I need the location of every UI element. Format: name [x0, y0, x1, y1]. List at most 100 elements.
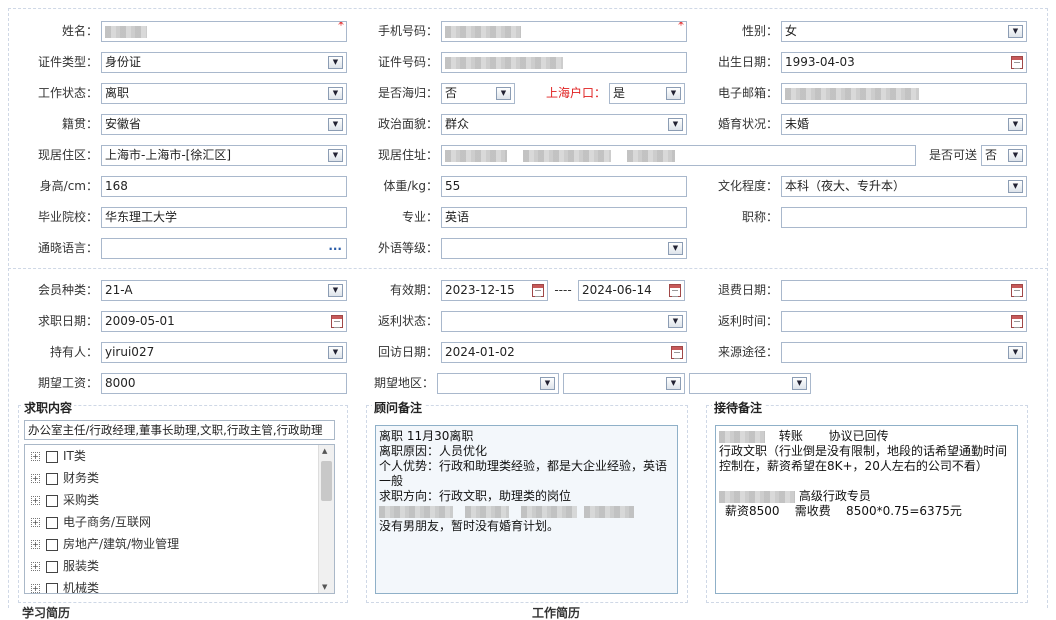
- chevron-down-icon[interactable]: ▼: [540, 377, 555, 390]
- address-field[interactable]: [441, 145, 916, 166]
- major-field[interactable]: 英语: [441, 207, 687, 228]
- checkbox[interactable]: [46, 582, 58, 593]
- rebate-state-select[interactable]: ▼: [441, 311, 687, 332]
- chevron-down-icon[interactable]: ▼: [668, 118, 683, 131]
- tree-item[interactable]: + 财务类: [25, 467, 334, 489]
- calendar-icon[interactable]: [669, 284, 681, 297]
- job-category-tree[interactable]: + IT类 + 财务类 + 采购类 + 电子商务/互联网 + 房地产/建筑/物业管理 + 服装类 + 机械…: [24, 444, 335, 594]
- idtype-label: 证件类型：: [37, 55, 98, 69]
- expand-icon[interactable]: +: [31, 540, 40, 549]
- scroll-up-icon[interactable]: ▲: [322, 447, 327, 455]
- marital-select[interactable]: 未婚 ▼: [781, 114, 1027, 135]
- name-field[interactable]: *: [101, 21, 347, 42]
- holder-select[interactable]: yirui027 ▼: [101, 342, 347, 363]
- chevron-down-icon[interactable]: ▼: [328, 346, 343, 359]
- rebate-time-field[interactable]: [781, 311, 1027, 332]
- chevron-down-icon[interactable]: ▼: [328, 118, 343, 131]
- reachable-select[interactable]: 否 ▼: [981, 145, 1027, 166]
- height-field[interactable]: 168: [101, 176, 347, 197]
- checkbox[interactable]: [46, 494, 58, 507]
- region-city-select[interactable]: ▼: [563, 373, 685, 394]
- checkbox[interactable]: [46, 450, 58, 463]
- foreign-select[interactable]: ▼: [441, 238, 687, 259]
- email-field[interactable]: [781, 83, 1027, 104]
- salary-field[interactable]: 8000: [101, 373, 347, 394]
- tree-item[interactable]: + 机械类: [25, 577, 334, 593]
- chevron-down-icon[interactable]: ▼: [496, 87, 511, 100]
- chevron-down-icon[interactable]: ▼: [328, 87, 343, 100]
- work-select[interactable]: 离职 ▼: [101, 83, 347, 104]
- chevron-down-icon[interactable]: ▼: [328, 149, 343, 162]
- calendar-icon[interactable]: [1011, 284, 1023, 297]
- political-select[interactable]: 群众 ▼: [441, 114, 687, 135]
- checkbox[interactable]: [46, 516, 58, 529]
- title-field[interactable]: [781, 207, 1027, 228]
- tree-item[interactable]: + 房地产/建筑/物业管理: [25, 533, 334, 555]
- visit-date-field[interactable]: 2024-01-02: [441, 342, 687, 363]
- region-province-select[interactable]: ▼: [437, 373, 559, 394]
- expand-icon[interactable]: +: [31, 562, 40, 571]
- agreement-text: 协议已回传: [828, 429, 889, 443]
- chevron-down-icon[interactable]: ▼: [1008, 180, 1023, 193]
- checkbox[interactable]: [46, 560, 58, 573]
- reception-notes-textarea[interactable]: 转账 协议已回传 行政文职（行业倒是没有限制，地段的话希望通勤时间 控制在，薪资…: [715, 425, 1018, 594]
- chevron-down-icon[interactable]: ▼: [666, 87, 681, 100]
- area-select[interactable]: 上海市-上海市-[徐汇区] ▼: [101, 145, 347, 166]
- source-label: 来源途径：: [717, 345, 778, 359]
- school-field[interactable]: 华东理工大学: [101, 207, 347, 228]
- valid-from-field[interactable]: 2023-12-15: [441, 280, 548, 301]
- refund-date-field[interactable]: [781, 280, 1027, 301]
- tree-item[interactable]: + 采购类: [25, 489, 334, 511]
- chevron-down-icon[interactable]: ▼: [668, 315, 683, 328]
- edu-label: 文化程度：: [717, 179, 778, 193]
- gender-select[interactable]: 女 ▼: [781, 21, 1027, 42]
- source-select[interactable]: ▼: [781, 342, 1027, 363]
- expand-icon[interactable]: +: [31, 584, 40, 593]
- tree-item[interactable]: + IT类: [25, 445, 334, 467]
- calendar-icon[interactable]: [331, 315, 343, 328]
- member-type-select[interactable]: 21-A ▼: [101, 280, 347, 301]
- hukou-select[interactable]: 是 ▼: [609, 83, 685, 104]
- more-icon[interactable]: ···: [328, 240, 342, 258]
- tree-item[interactable]: + 电子商务/互联网: [25, 511, 334, 533]
- phone-field[interactable]: *: [441, 21, 687, 42]
- expand-icon[interactable]: +: [31, 518, 40, 527]
- chevron-down-icon[interactable]: ▼: [1008, 25, 1023, 38]
- edu-select[interactable]: 本科（夜大、专升本） ▼: [781, 176, 1027, 197]
- chevron-down-icon[interactable]: ▼: [1008, 118, 1023, 131]
- idtype-select[interactable]: 身份证 ▼: [101, 52, 347, 73]
- weight-field[interactable]: 55: [441, 176, 687, 197]
- calendar-icon[interactable]: [1011, 56, 1023, 69]
- chevron-down-icon[interactable]: ▼: [328, 284, 343, 297]
- calendar-icon[interactable]: [1011, 315, 1023, 328]
- chevron-down-icon[interactable]: ▼: [328, 56, 343, 69]
- chevron-down-icon[interactable]: ▼: [668, 242, 683, 255]
- idno-field[interactable]: [441, 52, 687, 73]
- expand-icon[interactable]: +: [31, 474, 40, 483]
- checkbox[interactable]: [46, 472, 58, 485]
- chevron-down-icon[interactable]: ▼: [792, 377, 807, 390]
- valid-to-field[interactable]: 2024-06-14: [578, 280, 685, 301]
- calendar-icon[interactable]: [532, 284, 544, 297]
- expand-icon[interactable]: +: [31, 496, 40, 505]
- birth-date-field[interactable]: 1993-04-03: [781, 52, 1027, 73]
- region-district-select[interactable]: ▼: [689, 373, 811, 394]
- overseas-select[interactable]: 否 ▼: [441, 83, 515, 104]
- expand-icon[interactable]: +: [31, 452, 40, 461]
- language-field[interactable]: ···: [101, 238, 347, 259]
- blurred-text: [719, 490, 795, 503]
- tree-item[interactable]: + 服装类: [25, 555, 334, 577]
- chevron-down-icon[interactable]: ▼: [1008, 149, 1023, 162]
- calendar-icon[interactable]: [671, 346, 683, 359]
- chevron-down-icon[interactable]: ▼: [666, 377, 681, 390]
- advisor-notes-textarea[interactable]: 离职 11月30离职 离职原因：人员优化 个人优势：行政和助理类经验，都是大企业…: [375, 425, 678, 594]
- job-date-field[interactable]: 2009-05-01: [101, 311, 347, 332]
- scrollbar[interactable]: ▲ ▼: [318, 445, 334, 593]
- rebate-state-label: 返利状态：: [377, 314, 438, 328]
- scroll-down-icon[interactable]: ▼: [322, 583, 327, 591]
- scroll-thumb[interactable]: [321, 461, 332, 501]
- job-content-field[interactable]: 办公室主任/行政经理,董事长助理,文职,行政主管,行政助理: [24, 420, 335, 440]
- native-select[interactable]: 安徽省 ▼: [101, 114, 347, 135]
- chevron-down-icon[interactable]: ▼: [1008, 346, 1023, 359]
- checkbox[interactable]: [46, 538, 58, 551]
